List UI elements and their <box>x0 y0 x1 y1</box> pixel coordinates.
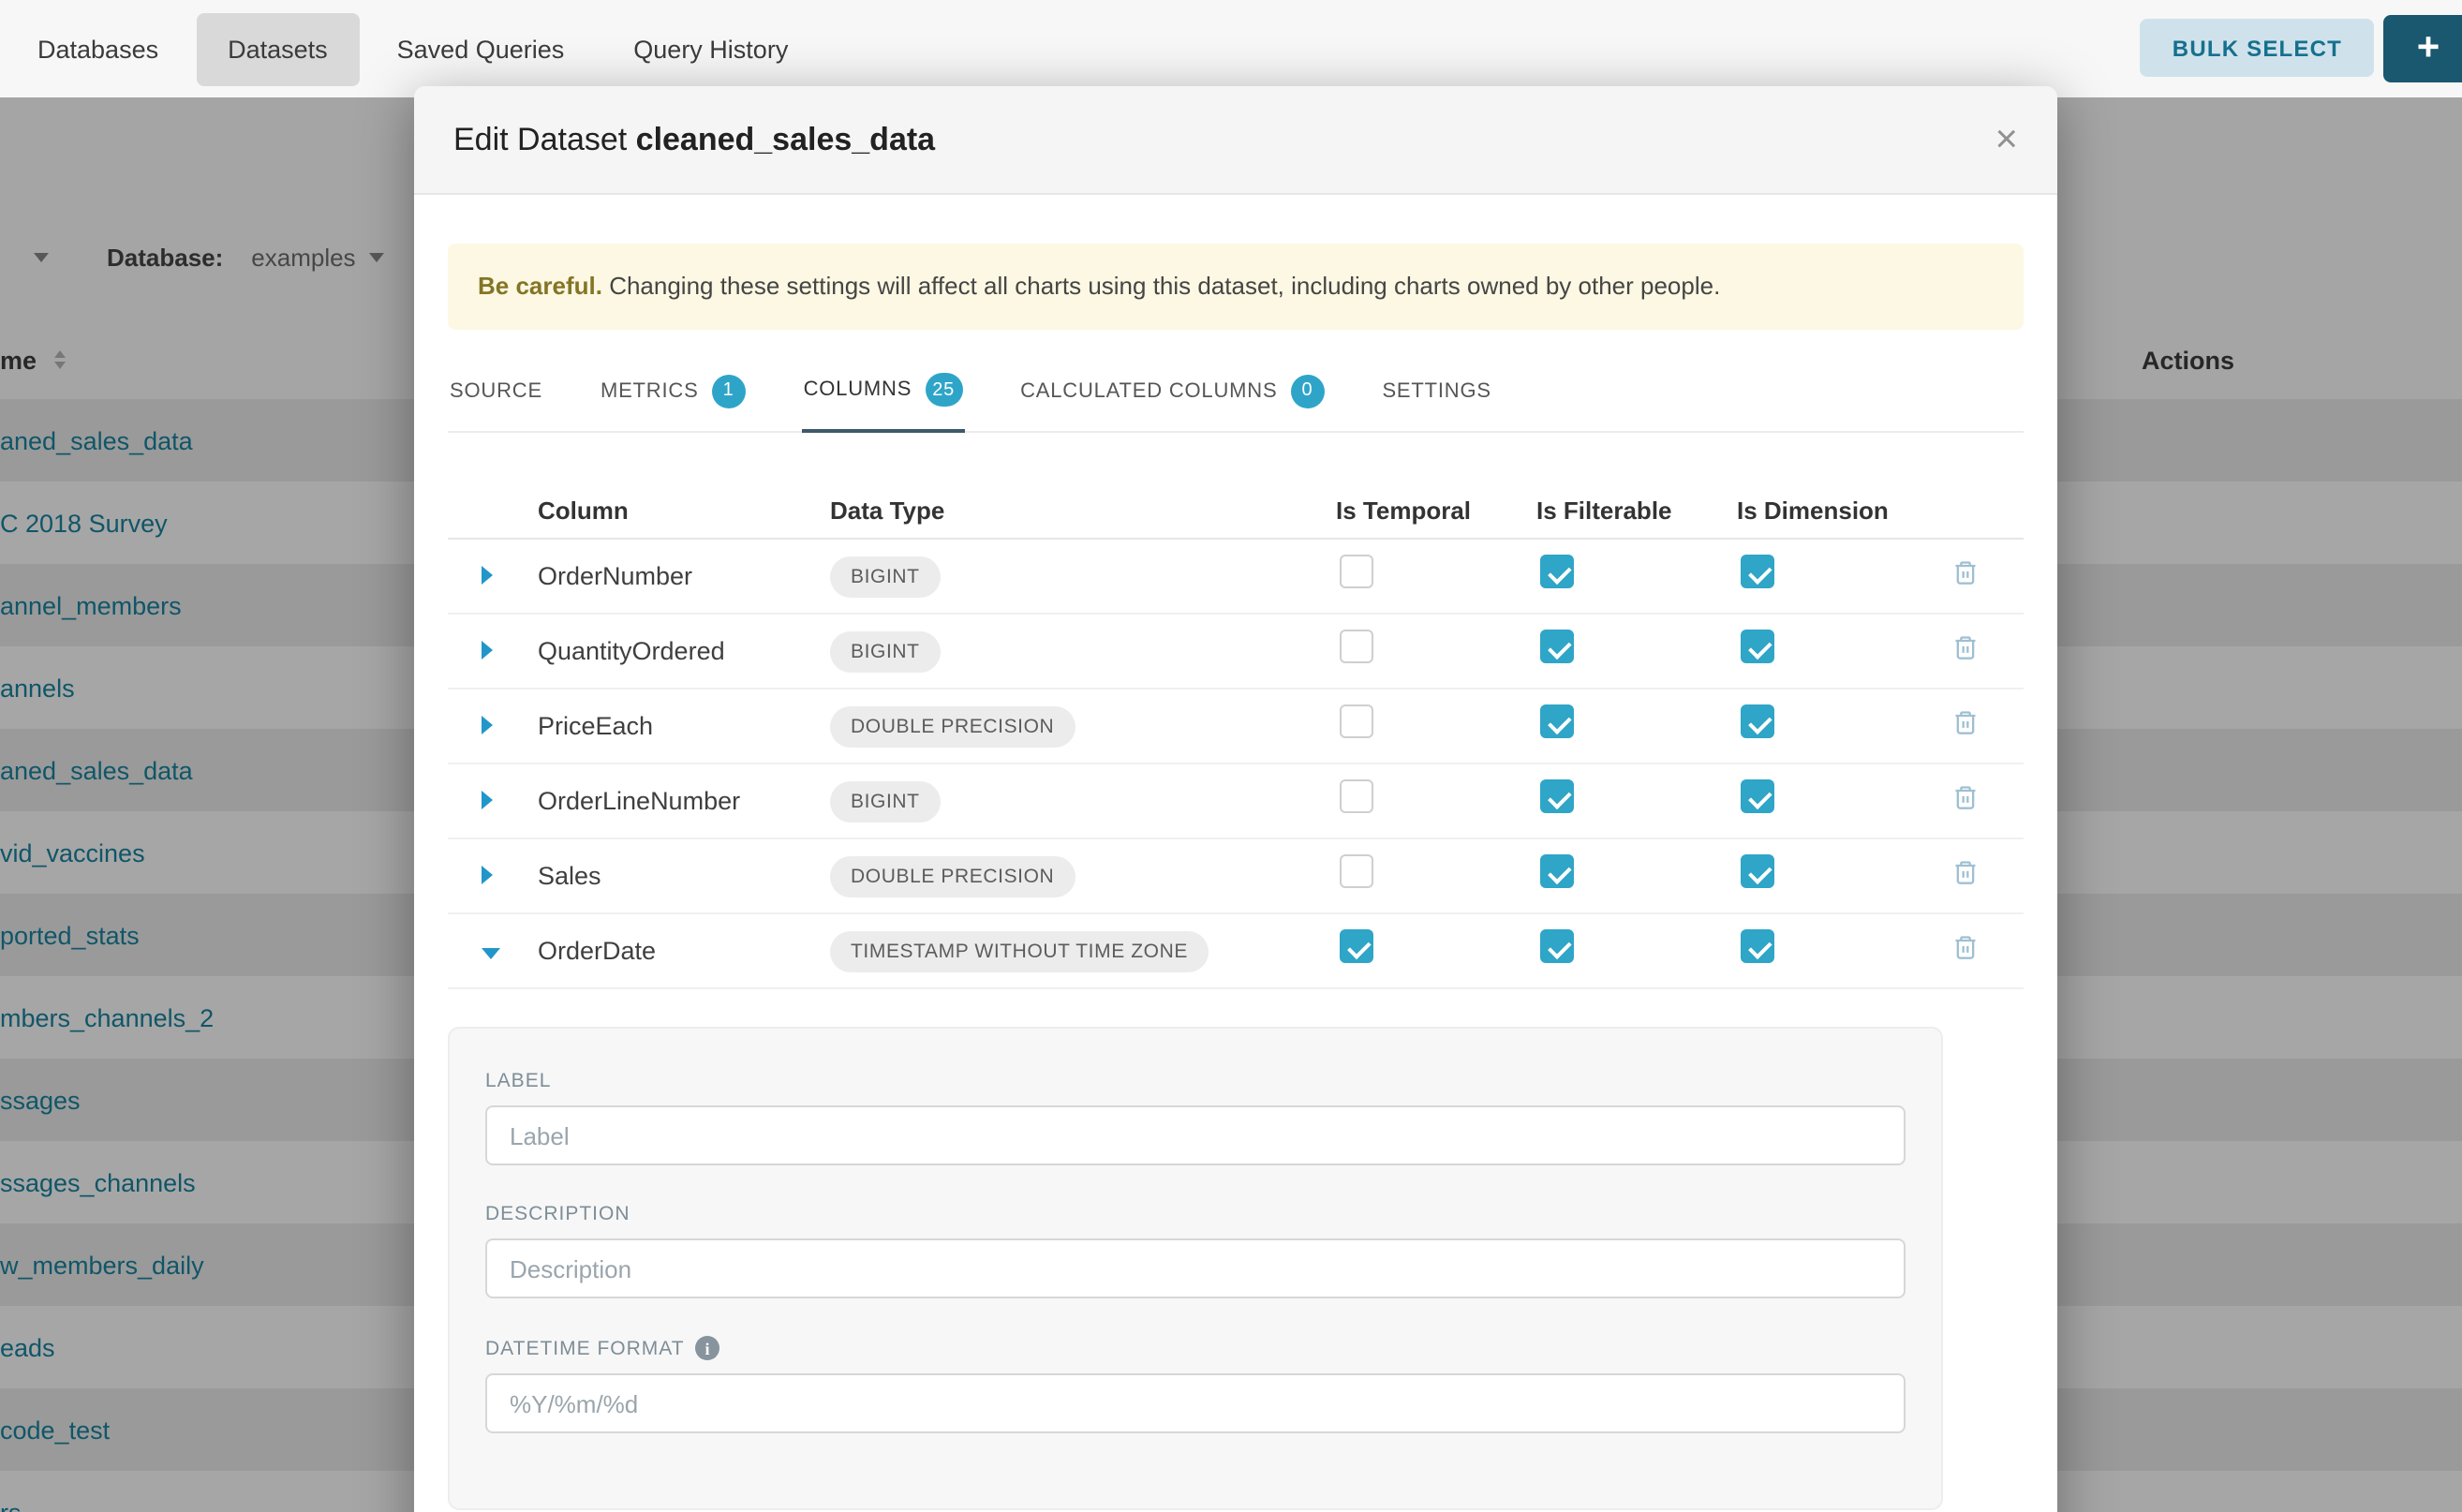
expand-caret-icon[interactable] <box>482 715 493 734</box>
is-temporal-checkbox[interactable] <box>1340 929 1373 963</box>
add-dataset-button[interactable]: + <box>2383 15 2462 82</box>
screen: Databases Datasets Saved Queries Query H… <box>0 0 2462 1512</box>
delete-column-icon[interactable] <box>1952 557 1979 586</box>
warning-bold: Be careful. <box>478 272 602 300</box>
delete-column-icon[interactable] <box>1952 632 1979 660</box>
is-dimension-checkbox[interactable] <box>1741 854 1774 888</box>
data-type-pill: BIGINT <box>830 556 941 597</box>
column-name: PriceEach <box>497 712 789 740</box>
is-dimension-checkbox[interactable] <box>1741 929 1774 963</box>
is-temporal-checkbox[interactable] <box>1340 630 1373 663</box>
nav-tab-databases[interactable]: Databases <box>6 12 190 85</box>
nav-tab-datasets[interactable]: Datasets <box>196 12 360 85</box>
column-row: OrderNumber BIGINT <box>448 540 2024 615</box>
column-name: OrderDate <box>497 937 789 965</box>
column-name: OrderLineNumber <box>497 787 789 815</box>
is-filterable-checkbox[interactable] <box>1540 854 1574 888</box>
nav-tab-saved-queries[interactable]: Saved Queries <box>365 12 597 85</box>
is-filterable-checkbox[interactable] <box>1540 929 1574 963</box>
expand-caret-icon[interactable] <box>482 640 493 659</box>
header-data-type: Data Type <box>789 496 1336 524</box>
description-field-label: DESCRIPTION <box>485 1203 1906 1225</box>
tab-badge: 1 <box>712 374 746 408</box>
is-filterable-checkbox[interactable] <box>1540 779 1574 813</box>
is-temporal-checkbox[interactable] <box>1340 555 1373 588</box>
tab-metrics[interactable]: METRICS1 <box>599 354 748 431</box>
column-row: QuantityOrdered BIGINT <box>448 615 2024 689</box>
column-detail-panel: LABEL DESCRIPTION DATETIME FORMAT i <box>448 1027 1943 1510</box>
delete-column-icon[interactable] <box>1952 857 1979 885</box>
info-icon[interactable]: i <box>696 1336 720 1360</box>
column-name: OrderNumber <box>497 562 789 590</box>
columns-table: Column Data Type Is Temporal Is Filterab… <box>448 482 2024 989</box>
warning-banner: Be careful. Changing these settings will… <box>448 244 2024 330</box>
warning-text: Changing these settings will affect all … <box>602 272 1720 300</box>
column-name: Sales <box>497 862 789 890</box>
modal-title: Edit Dataset cleaned_sales_data <box>453 121 935 158</box>
datetime-format-input[interactable] <box>485 1373 1906 1433</box>
modal-body: Be careful. Changing these settings will… <box>414 195 2057 1510</box>
column-name: QuantityOrdered <box>497 637 789 665</box>
is-dimension-checkbox[interactable] <box>1741 779 1774 813</box>
is-temporal-checkbox[interactable] <box>1340 854 1373 888</box>
header-is-filterable: Is Filterable <box>1536 496 1737 524</box>
tab-source[interactable]: SOURCE <box>448 354 544 431</box>
tab-settings[interactable]: SETTINGS <box>1380 354 1492 431</box>
modal-tab-bar: SOURCE METRICS1 COLUMNS25 CALCULATED COL… <box>448 354 2024 433</box>
data-type-pill: BIGINT <box>830 630 941 672</box>
is-temporal-checkbox[interactable] <box>1340 704 1373 738</box>
top-nav: Databases Datasets Saved Queries Query H… <box>0 0 2462 97</box>
expand-caret-icon[interactable] <box>482 790 493 808</box>
label-field-label: LABEL <box>485 1070 1906 1092</box>
description-input[interactable] <box>485 1238 1906 1298</box>
column-row: PriceEach DOUBLE PRECISION <box>448 689 2024 764</box>
data-type-pill: TIMESTAMP WITHOUT TIME ZONE <box>830 930 1209 971</box>
data-type-pill: DOUBLE PRECISION <box>830 855 1075 897</box>
header-is-dimension: Is Dimension <box>1737 496 1937 524</box>
delete-column-icon[interactable] <box>1952 932 1979 960</box>
delete-column-icon[interactable] <box>1952 782 1979 810</box>
column-row: Sales DOUBLE PRECISION <box>448 839 2024 914</box>
tab-badge: 25 <box>925 373 962 407</box>
is-filterable-checkbox[interactable] <box>1540 704 1574 738</box>
tab-columns[interactable]: COLUMNS25 <box>802 354 965 433</box>
header-column: Column <box>497 496 789 524</box>
expand-caret-icon[interactable] <box>482 865 493 883</box>
is-dimension-checkbox[interactable] <box>1741 704 1774 738</box>
close-icon[interactable]: × <box>1995 120 2018 159</box>
tab-calculated-columns[interactable]: CALCULATED COLUMNS0 <box>1018 354 1326 431</box>
header-is-temporal: Is Temporal <box>1336 496 1536 524</box>
is-temporal-checkbox[interactable] <box>1340 779 1373 813</box>
label-input[interactable] <box>485 1105 1906 1165</box>
column-row: OrderLineNumber BIGINT <box>448 764 2024 839</box>
tab-badge: 0 <box>1290 374 1324 408</box>
dataset-name: cleaned_sales_data <box>636 121 935 156</box>
edit-dataset-modal: Edit Dataset cleaned_sales_data × Be car… <box>414 86 2057 1512</box>
delete-column-icon[interactable] <box>1952 707 1979 735</box>
column-row: OrderDate TIMESTAMP WITHOUT TIME ZONE <box>448 914 2024 989</box>
modal-header: Edit Dataset cleaned_sales_data × <box>414 86 2057 195</box>
is-filterable-checkbox[interactable] <box>1540 555 1574 588</box>
is-dimension-checkbox[interactable] <box>1741 555 1774 588</box>
data-type-pill: BIGINT <box>830 780 941 822</box>
is-filterable-checkbox[interactable] <box>1540 630 1574 663</box>
bulk-select-button[interactable]: BULK SELECT <box>2141 19 2374 77</box>
data-type-pill: DOUBLE PRECISION <box>830 705 1075 747</box>
columns-table-header: Column Data Type Is Temporal Is Filterab… <box>448 482 2024 540</box>
datetime-format-field-label: DATETIME FORMAT i <box>485 1336 1906 1360</box>
nav-tab-query-history[interactable]: Query History <box>601 12 820 85</box>
is-dimension-checkbox[interactable] <box>1741 630 1774 663</box>
expand-caret-icon[interactable] <box>482 565 493 584</box>
